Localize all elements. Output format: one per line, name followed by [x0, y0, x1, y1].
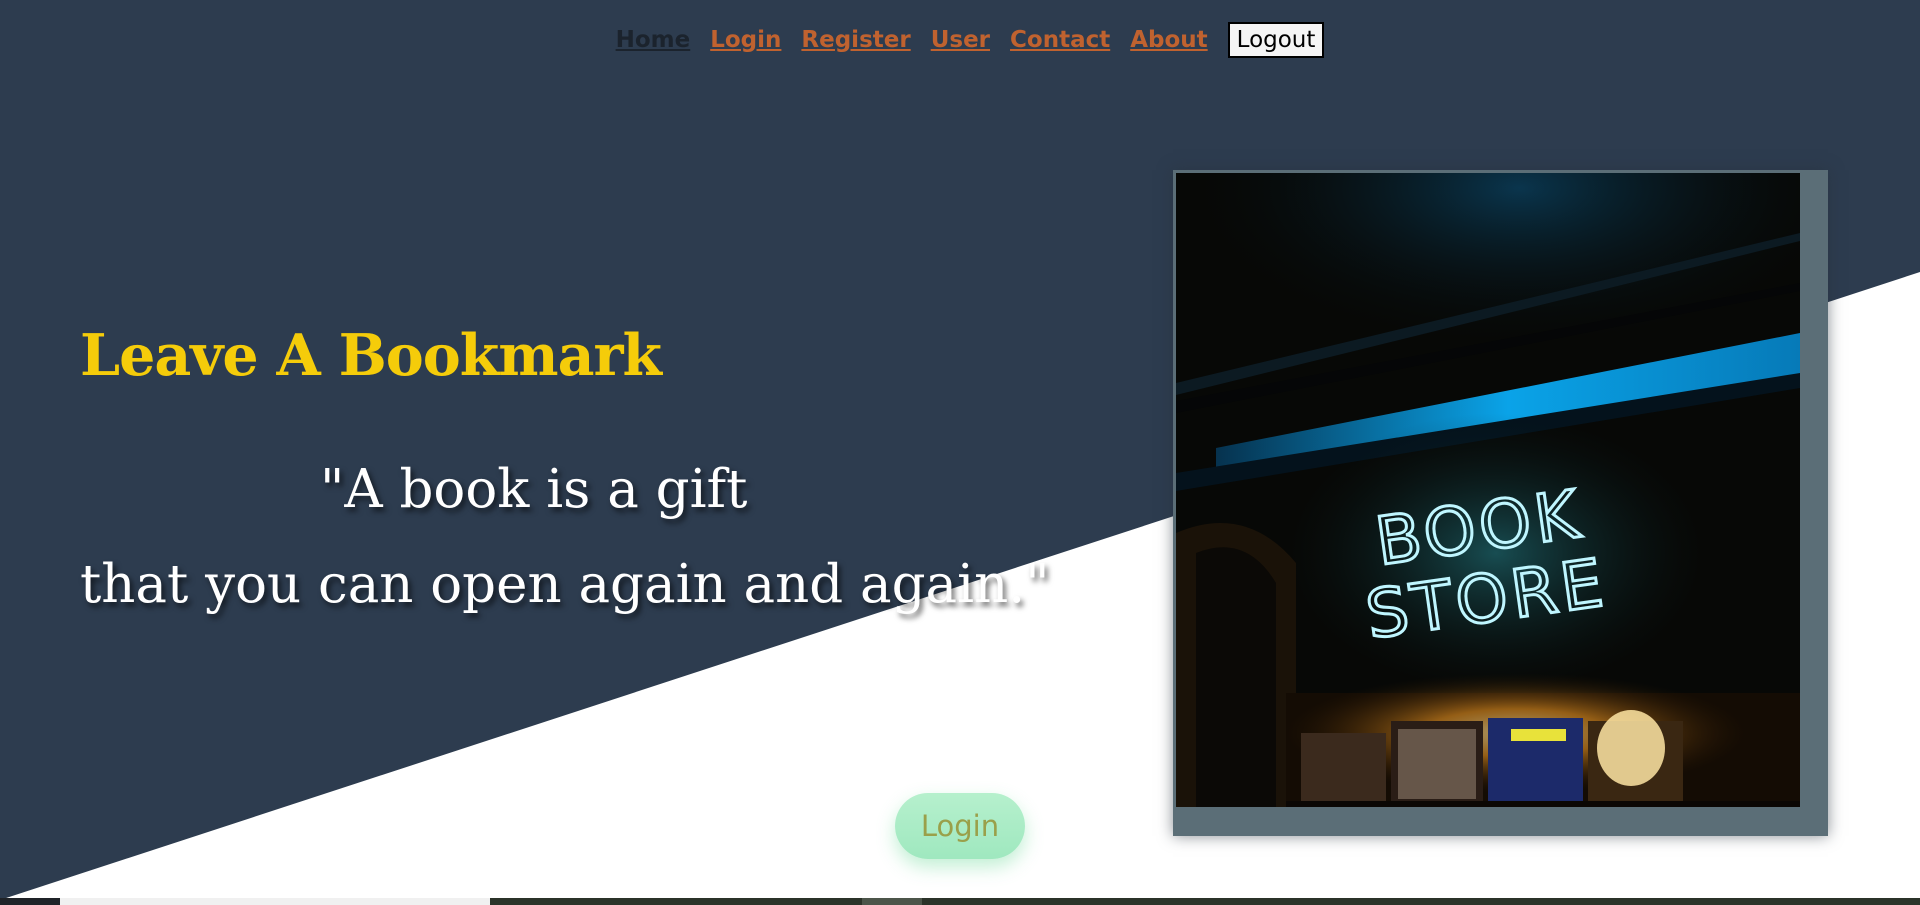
nav-link-home[interactable]: Home: [616, 27, 691, 53]
nav-link-about[interactable]: About: [1130, 27, 1207, 53]
nav-link-login[interactable]: Login: [710, 27, 781, 53]
page: Home Login Register User Contact About L…: [0, 0, 1920, 905]
top-navigation: Home Login Register User Contact About L…: [0, 22, 1920, 58]
bookstore-neon-photo: BOOK STORE: [1176, 173, 1800, 807]
logout-button[interactable]: Logout: [1227, 22, 1325, 58]
hero-quote: "A book is a gift that you can open agai…: [80, 442, 1049, 632]
quote-line-1: "A book is a gift: [320, 459, 748, 520]
hero-title: Leave A Bookmark: [80, 322, 662, 389]
login-cta-button[interactable]: Login: [895, 793, 1025, 859]
next-section-edge: [0, 898, 1920, 905]
nav-link-register[interactable]: Register: [801, 27, 910, 53]
nav-links: Home Login Register User Contact About L…: [616, 22, 1325, 58]
nav-link-user[interactable]: User: [931, 27, 990, 53]
quote-line-2: that you can open again and again.": [80, 554, 1050, 615]
nav-link-contact[interactable]: Contact: [1010, 27, 1110, 53]
